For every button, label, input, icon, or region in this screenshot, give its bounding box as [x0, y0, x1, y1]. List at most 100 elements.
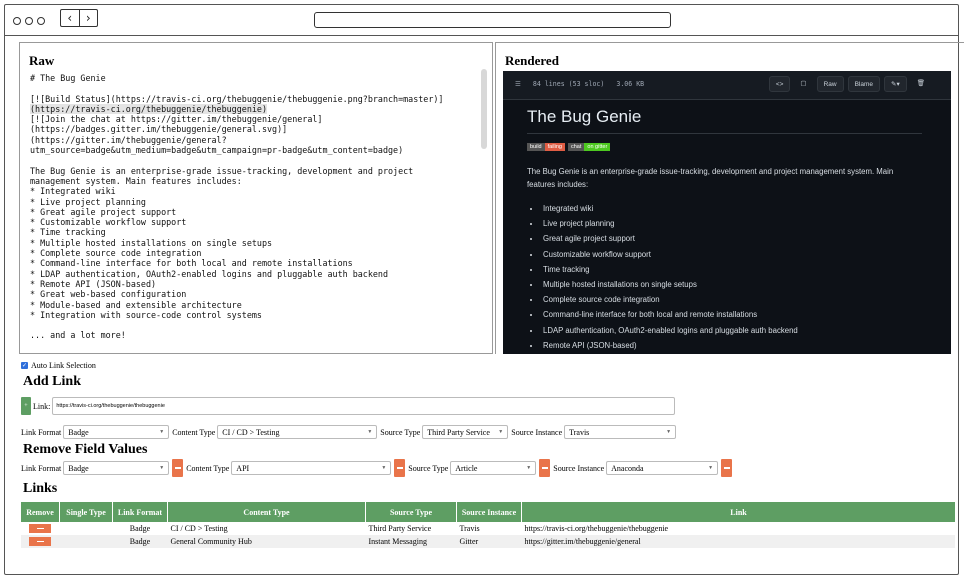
col-content-type: Content Type	[167, 502, 366, 522]
cell-single-type[interactable]	[59, 535, 113, 548]
table-row: Badge General Community Hub Instant Mess…	[21, 535, 955, 548]
remove-fields-row: Link Format Badge ▼ Content Type API ▼ Sou…	[21, 459, 735, 477]
raw-panel: Raw # The Bug Genie [![Build Status](htt…	[19, 42, 493, 354]
cell-source-instance: Travis	[459, 524, 480, 533]
raw-line: (https://travis-ci.org/thebuggenie/thebu…	[30, 103, 267, 114]
list-item: Command-line interface for both local an…	[541, 307, 798, 322]
col-source-type: Source Type	[365, 502, 457, 522]
file-size: 3.06 KB	[616, 80, 645, 88]
file-toolbar: <> ▢ Raw Blame ✎▾ 🗑	[768, 76, 931, 92]
build-status-badge[interactable]: build failing	[527, 143, 565, 151]
rm-content-type-select[interactable]: API ▼	[231, 461, 392, 475]
raw-line: * Complete source code integration	[30, 248, 202, 259]
minus-icon	[396, 467, 403, 469]
cell-content-type: General Community Hub	[167, 535, 366, 548]
rm-source-type-button[interactable]	[539, 459, 551, 477]
remove-row-button[interactable]	[29, 524, 52, 533]
remove-field-values-heading: Remove Field Values	[23, 442, 148, 457]
file-header: ☰ 84 lines (53 sloc) 3.06 KB <> ▢ Raw Bl…	[503, 71, 951, 100]
rm-content-type-button[interactable]	[394, 459, 406, 477]
raw-line: management system. Main features include…	[30, 175, 242, 186]
links-heading: Links	[23, 481, 58, 496]
raw-markdown-text[interactable]: # The Bug Genie [![Build Status](https:/…	[30, 73, 485, 341]
window-controls	[13, 17, 45, 25]
col-source-instance: Source Instance	[456, 502, 522, 522]
raw-line: * Great web-based configuration	[30, 289, 187, 300]
raw-line: * Module-based and extensible architectu…	[30, 299, 242, 310]
nav-buttons: ‹ ›	[60, 9, 98, 27]
back-icon[interactable]: ‹	[61, 10, 79, 26]
remove-row-button[interactable]	[29, 537, 52, 546]
delete-icon[interactable]: 🗑	[911, 76, 931, 90]
col-single-type: Single Type	[59, 502, 113, 522]
minus-icon	[36, 540, 44, 543]
rm-link-format-select[interactable]: Badge ▼	[63, 461, 170, 475]
link-row: + Link: https://travis-ci.org/thebuggeni…	[21, 397, 676, 415]
cell-single-type[interactable]	[60, 522, 113, 535]
list-item: Customizable workflow support	[541, 247, 798, 262]
raw-line	[30, 83, 485, 93]
raw-line: * Live project planning	[30, 196, 146, 207]
minus-icon	[723, 467, 730, 469]
source-type-select[interactable]: Third Party Service ▼	[422, 425, 509, 439]
links-table: Remove Single Type Link Format Content T…	[21, 502, 955, 548]
col-remove: Remove	[21, 502, 60, 522]
browser-titlebar: ‹ ›	[5, 5, 958, 36]
content-type-select[interactable]: CI / CD > Testing ▼	[217, 425, 378, 439]
feature-list: Integrated wikiLive project planningGrea…	[531, 201, 798, 353]
raw-line: # The Bug Genie	[30, 73, 106, 83]
raw-scrollbar[interactable]	[481, 69, 487, 149]
raw-line: (https://badges.gitter.im/thebuggenie/ge…	[30, 124, 288, 135]
add-link-fields: Link Format Badge ▼ Content Type CI / CD …	[21, 425, 679, 439]
cell-link-format: Badge	[129, 524, 151, 533]
rendered-panel: Rendered ☰ 84 lines (53 sloc) 3.06 KB <>…	[495, 42, 964, 354]
raw-line: * LDAP authentication, OAuth2-enabled lo…	[30, 268, 388, 279]
rm-source-instance-button[interactable]	[721, 459, 733, 477]
close-window-icon[interactable]	[13, 17, 21, 25]
maximize-window-icon[interactable]	[37, 17, 45, 25]
auto-link-selection[interactable]: ✓ Auto Link Selection	[21, 361, 96, 370]
list-item: Multiple hosted installations on single …	[541, 277, 798, 292]
copy-icon[interactable]: ▢	[794, 76, 812, 90]
readme-description: The Bug Genie is an enterprise-grade iss…	[527, 167, 894, 189]
blame-button[interactable]: Blame	[847, 76, 881, 92]
cell-source-instance: Gitter	[456, 535, 522, 548]
link-format-select[interactable]: Badge ▼	[63, 425, 170, 439]
code-view-icon[interactable]: <>	[768, 76, 791, 92]
auto-link-checkbox[interactable]: ✓	[21, 362, 28, 369]
rm-link-format-button[interactable]	[172, 459, 184, 477]
chevron-down-icon: ▼	[498, 429, 504, 435]
edit-icon[interactable]: ✎▾	[884, 76, 907, 92]
chevron-down-icon: ▼	[159, 429, 165, 435]
list-item: Great agile project support	[541, 231, 798, 246]
minus-icon	[36, 527, 44, 530]
col-link: Link	[521, 502, 955, 522]
forward-icon[interactable]: ›	[78, 10, 98, 26]
source-type-label: Source Type	[380, 427, 421, 437]
chevron-down-icon: ▼	[708, 465, 714, 471]
cell-link-format: Badge	[112, 535, 168, 548]
link-input[interactable]: https://travis-ci.org/thebuggenie/thebug…	[52, 397, 676, 415]
list-item: Remote API (JSON-based)	[541, 338, 798, 353]
rm-link-format-label: Link Format	[21, 463, 62, 473]
add-link-button[interactable]: +	[21, 397, 31, 415]
raw-line: * Multiple hosted installations on singl…	[30, 237, 273, 248]
raw-line: * Integrated wiki	[30, 186, 116, 197]
raw-line	[30, 320, 485, 330]
raw-button[interactable]: Raw	[816, 76, 844, 92]
rendered-heading: Rendered	[505, 53, 559, 68]
rm-content-type-label: Content Type	[186, 463, 230, 473]
col-link-format: Link Format	[112, 502, 168, 522]
file-lines: 84 lines (53 sloc)	[532, 80, 605, 88]
title-divider	[527, 133, 922, 134]
gitter-chat-badge[interactable]: chat on gitter	[568, 143, 611, 151]
rm-source-instance-label: Source Instance	[553, 463, 605, 473]
address-bar[interactable]	[314, 12, 671, 28]
rm-source-instance-select[interactable]: Anaconda ▼	[606, 461, 719, 475]
raw-line: [![Build Status](https://travis-ci.org/t…	[30, 93, 444, 104]
rm-source-type-select[interactable]: Article ▼	[450, 461, 537, 475]
raw-line: * Customizable workflow support	[30, 217, 187, 228]
minimize-window-icon[interactable]	[25, 17, 33, 25]
rendered-readme: ☰ 84 lines (53 sloc) 3.06 KB <> ▢ Raw Bl…	[503, 71, 951, 354]
source-instance-select[interactable]: Travis ▼	[564, 425, 677, 439]
